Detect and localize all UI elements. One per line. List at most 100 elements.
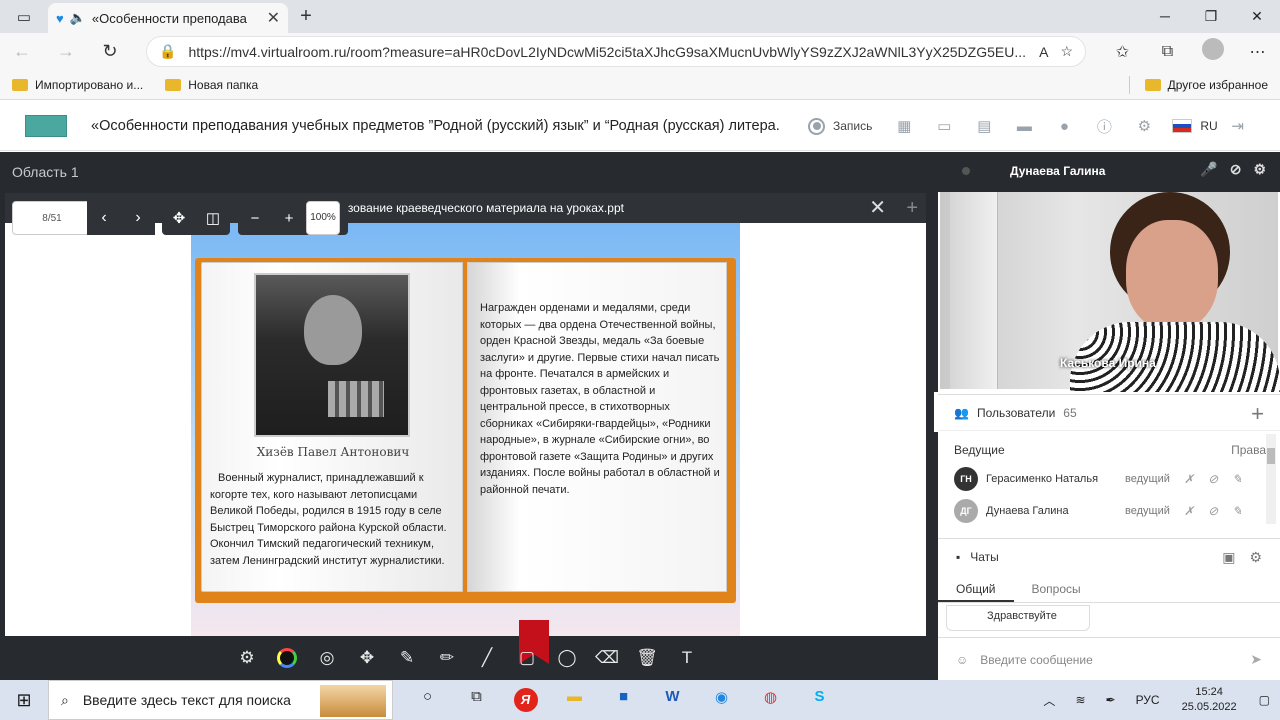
text-icon[interactable]: T xyxy=(667,648,707,668)
russian-flag-icon[interactable] xyxy=(1172,119,1193,133)
read-aloud-icon[interactable]: A xyxy=(1039,44,1048,60)
skype-icon[interactable]: S xyxy=(795,688,844,712)
info-icon[interactable]: ⓘ xyxy=(1084,116,1124,137)
users-scrollbar[interactable] xyxy=(1266,434,1276,524)
leaders-header: Ведущие Права xyxy=(954,443,1266,457)
speaker-icon[interactable]: 🔈 xyxy=(70,10,86,26)
bookmark-folder-new[interactable]: Новая папка xyxy=(165,78,258,92)
more-icon[interactable]: ⋯ xyxy=(1235,42,1280,62)
bookmark-other-favorites[interactable]: Другое избранное xyxy=(1144,78,1268,92)
color-picker-icon[interactable] xyxy=(267,648,307,669)
back-icon[interactable]: ← xyxy=(0,41,44,62)
zoom-out-icon[interactable]: − xyxy=(238,210,272,227)
yandex-icon[interactable]: Я xyxy=(501,688,550,712)
reload-icon[interactable]: ↻ xyxy=(88,41,132,62)
input-language[interactable]: РУС xyxy=(1136,693,1160,707)
zoom-in-icon[interactable]: + xyxy=(272,210,306,227)
rectangle-icon[interactable]: ▢ xyxy=(507,648,547,668)
tab-questions[interactable]: Вопросы xyxy=(1014,575,1099,602)
task-view-icon[interactable]: ⧉ xyxy=(452,688,501,712)
camera-off-icon[interactable]: ⊘ xyxy=(1208,472,1218,486)
notifications-icon[interactable]: ▢ xyxy=(1259,693,1270,707)
tab-general[interactable]: Общий xyxy=(938,575,1014,602)
chats-header: ▪ Чаты ▣ ⚙ xyxy=(956,548,1262,566)
prev-page-icon[interactable]: ‹ xyxy=(87,201,121,235)
mic-off-icon[interactable]: ✗ xyxy=(1184,504,1194,518)
page-counter[interactable]: 8/51 xyxy=(13,213,91,224)
users-icon[interactable]: ● xyxy=(1044,118,1084,135)
chrome-icon[interactable]: ◍ xyxy=(746,688,795,712)
language-selector[interactable]: RU xyxy=(1200,119,1217,133)
settings-icon[interactable]: ⚙ xyxy=(1249,549,1262,566)
url-text: https://mv4.virtualroom.ru/room?measure=… xyxy=(188,43,1027,60)
draw-off-icon[interactable]: ✎ xyxy=(1232,472,1242,486)
exit-icon[interactable]: ⇥ xyxy=(1218,117,1258,135)
minimize-icon[interactable]: ─ xyxy=(1142,0,1188,33)
pen-icon[interactable]: ✒ xyxy=(1106,693,1116,707)
eraser-icon[interactable]: ⌫ xyxy=(587,648,627,668)
add-favorite-icon[interactable]: ☆ xyxy=(1060,43,1073,60)
browser-tabbar: ▭ ♥ 🔈 «Особенности преподава ✕ + ─ ❐ ✕ xyxy=(0,0,1280,33)
layout-grid-icon[interactable]: ▦ xyxy=(884,117,924,135)
draw-off-icon[interactable]: ✎ xyxy=(1232,504,1242,518)
close-presentation-icon[interactable]: ✕ xyxy=(869,193,886,223)
page-navigator[interactable]: 8/51 ‹ › xyxy=(12,201,155,235)
edge-icon[interactable]: ◉ xyxy=(697,688,746,712)
wifi-icon[interactable]: ≋ xyxy=(1075,693,1085,707)
fit-page-icon[interactable]: ✥ xyxy=(162,209,196,227)
word-icon[interactable]: W xyxy=(648,688,697,712)
document-icon[interactable]: ▤ xyxy=(964,117,1004,135)
store-icon[interactable]: ■ xyxy=(599,688,648,712)
tray-overflow-icon[interactable]: ︿ xyxy=(1043,692,1055,709)
settings-icon[interactable]: ⚙ xyxy=(227,648,267,668)
users-panel: 👥 Пользователи 65 + Ведущие Права ГН Гер… xyxy=(938,394,1280,530)
next-page-icon[interactable]: › xyxy=(121,201,155,235)
circle-icon[interactable]: ◯ xyxy=(547,648,587,668)
collections-icon[interactable]: ⧉ xyxy=(1145,43,1190,61)
add-panel-icon[interactable]: + xyxy=(906,193,918,223)
user-row[interactable]: ДГ Дунаева Галина ведущий ✗ ⊘ ✎ xyxy=(938,495,1280,527)
clock[interactable]: 15:24 25.05.2022 xyxy=(1182,685,1237,715)
zoom-level[interactable]: 100% xyxy=(306,201,340,235)
browser-tab[interactable]: ♥ 🔈 «Особенности преподава ✕ xyxy=(48,3,288,33)
start-icon[interactable]: ⊞ xyxy=(0,690,48,711)
pointer-icon[interactable]: ◎ xyxy=(307,648,347,668)
pen-icon[interactable]: ✎ xyxy=(387,648,427,668)
mic-off-icon[interactable]: ✗ xyxy=(1184,472,1194,486)
new-tab-button[interactable]: + xyxy=(288,5,324,28)
forward-icon[interactable]: → xyxy=(44,41,88,62)
move-icon[interactable]: ✥ xyxy=(347,648,387,668)
chat-popout-icon[interactable]: ▣ xyxy=(1222,549,1235,566)
record-button[interactable]: Запись xyxy=(808,117,872,135)
fit-width-icon[interactable]: ◫ xyxy=(196,209,230,227)
file-explorer-icon[interactable]: ▬ xyxy=(550,688,599,712)
users-header: 👥 Пользователи 65 + xyxy=(938,395,1280,431)
favorites-icon[interactable]: ✩ xyxy=(1100,42,1145,62)
close-window-icon[interactable]: ✕ xyxy=(1234,0,1280,33)
settings-icon[interactable]: ⚙ xyxy=(1253,161,1266,178)
emoji-icon[interactable]: ☺ xyxy=(956,653,968,667)
user-row[interactable]: ГН Герасименко Наталья ведущий ✗ ⊘ ✎ xyxy=(938,463,1280,495)
profile-avatar[interactable] xyxy=(1190,38,1235,65)
restore-icon[interactable]: ❐ xyxy=(1188,0,1234,33)
book-right-page: Награжден орденами и медалями, среди кот… xyxy=(467,262,727,592)
taskbar-search[interactable]: ⌕ Введите здесь текст для поиска xyxy=(48,680,393,720)
camera-off-icon[interactable]: ⊘ xyxy=(1208,504,1218,518)
right-sidebar: Дунаева Галина 🎤 ⊘ ⚙ Каськова Ирина 👥 По… xyxy=(938,152,1280,680)
close-tab-icon[interactable]: ✕ xyxy=(267,8,280,28)
marker-icon[interactable]: ✏ xyxy=(427,648,467,668)
send-icon[interactable]: ➤ xyxy=(1250,651,1262,668)
bookmark-folder-imported[interactable]: Импортировано и... xyxy=(12,78,143,92)
camera-off-icon[interactable]: ⊘ xyxy=(1230,161,1242,178)
chat-input[interactable]: ☺ Введите сообщение ➤ xyxy=(938,637,1280,681)
line-icon[interactable]: ╱ xyxy=(467,648,507,668)
folder-icon[interactable]: ▬ xyxy=(1004,118,1044,135)
screen-share-icon[interactable]: ▭ xyxy=(924,117,964,135)
cortana-icon[interactable]: ○ xyxy=(403,688,452,712)
url-field[interactable]: 🔒 https://mv4.virtualroom.ru/room?measur… xyxy=(146,36,1086,67)
mic-off-icon[interactable]: 🎤 xyxy=(1200,161,1217,178)
trash-icon[interactable]: 🗑 xyxy=(627,648,667,668)
tab-actions-icon[interactable]: ▭ xyxy=(0,0,48,33)
add-user-icon[interactable]: + xyxy=(1251,401,1264,427)
settings-icon[interactable]: ⚙ xyxy=(1124,117,1164,135)
